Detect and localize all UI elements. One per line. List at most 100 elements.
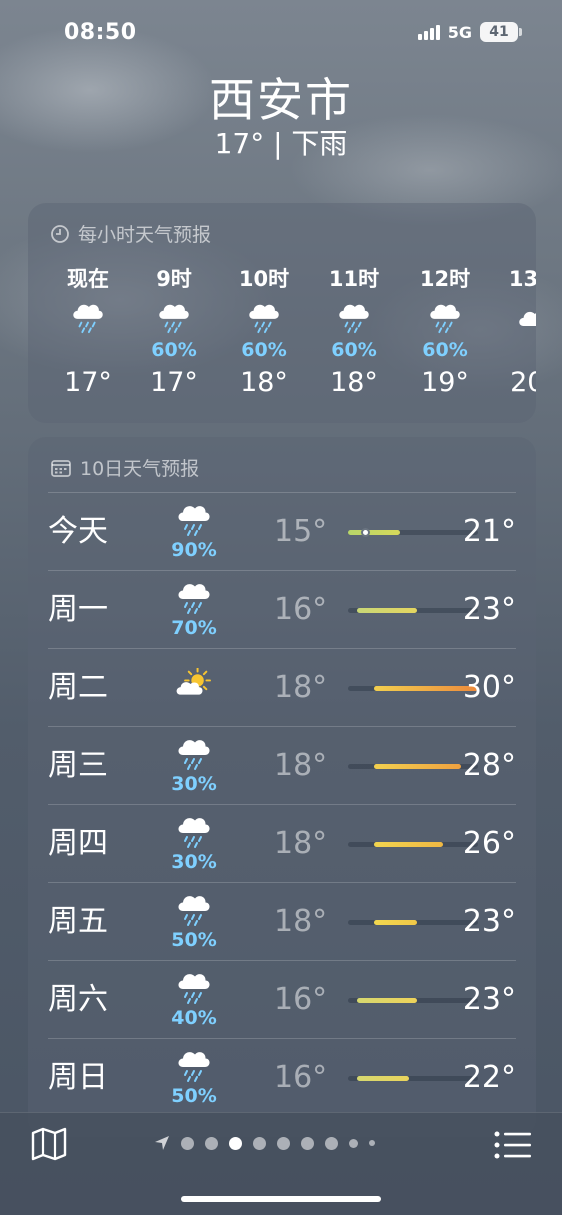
hour-temp: 17°	[64, 367, 112, 398]
precip-chance: 90%	[171, 539, 217, 561]
day-row[interactable]: 周二 18° 30°	[48, 648, 516, 726]
cloud-icon	[494, 293, 536, 339]
precip-chance	[48, 339, 128, 363]
day-name: 周二	[48, 670, 108, 705]
network-label: 5G	[447, 22, 472, 42]
day-name: 周一	[48, 592, 108, 627]
daily-forecast-card[interactable]: 10日天气预报 今天 90% 15° 21° 周一 70% 16° 23° 周二 18° 30° 周三…	[28, 437, 536, 1137]
temp-range-fill	[374, 842, 444, 847]
current-temp-dot	[360, 528, 370, 537]
hourly-header: 每小时天气预报	[28, 203, 536, 249]
high-temp: 26°	[462, 826, 516, 861]
day-name: 周五	[48, 904, 108, 939]
home-indicator[interactable]	[181, 1196, 381, 1202]
day-row[interactable]: 周五 50% 18° 23°	[48, 882, 516, 960]
temp-range-fill	[374, 920, 418, 925]
hour-item: 13时 20°	[494, 263, 536, 403]
hourly-header-label: 每小时天气预报	[78, 224, 212, 246]
location-arrow-icon[interactable]	[154, 1135, 170, 1151]
day-name: 周四	[48, 826, 108, 861]
page-dot[interactable]	[369, 1140, 375, 1146]
rain-cloud-icon	[164, 889, 224, 929]
hourly-forecast-card[interactable]: 每小时天气预报 现在 17° 9时 60% 17° 10时 60% 18° 11时 60% 18° 1…	[28, 203, 536, 423]
status-bar: 08:50 5G 41	[0, 18, 562, 50]
partly-sunny-icon	[164, 668, 224, 708]
hour-temp: 20°	[510, 367, 536, 398]
low-temp: 18°	[274, 748, 328, 783]
hour-temp: 19°	[421, 367, 469, 398]
rain-cloud-icon	[164, 811, 224, 851]
day-name: 今天	[48, 514, 108, 549]
day-name: 周六	[48, 982, 108, 1017]
hour-item: 9时 60% 17°	[134, 263, 214, 403]
page-indicator[interactable]	[154, 1135, 375, 1151]
day-name: 周三	[48, 748, 108, 783]
status-indicators: 5G 41	[417, 22, 522, 42]
precip-chance: 60%	[331, 339, 377, 361]
day-row[interactable]: 周六 40% 16° 23°	[48, 960, 516, 1038]
hour-label: 现在	[67, 267, 109, 291]
hour-temp: 17°	[150, 367, 198, 398]
temp-range-fill	[348, 530, 400, 535]
daily-header: 10日天气预报	[28, 437, 536, 483]
current-summary: 17° | 下雨	[214, 127, 348, 160]
page-dot[interactable]	[181, 1136, 194, 1150]
high-temp: 30°	[462, 670, 516, 705]
hour-label: 11时	[328, 267, 380, 291]
high-temp: 28°	[462, 748, 516, 783]
precip-chance: 30%	[171, 773, 217, 795]
day-row[interactable]: 周日 50% 16° 22°	[48, 1038, 516, 1116]
map-icon[interactable]	[30, 1127, 68, 1161]
precip-chance: 60%	[241, 339, 287, 361]
hour-item: 现在 17°	[48, 263, 128, 403]
calendar-icon	[51, 459, 71, 477]
temp-range-fill	[356, 1076, 409, 1081]
page-dot[interactable]	[253, 1136, 266, 1150]
page-dot[interactable]	[205, 1136, 218, 1150]
low-temp: 16°	[274, 592, 328, 627]
rain-cloud-icon	[164, 967, 224, 1007]
hour-label: 12时	[419, 267, 471, 291]
day-row[interactable]: 周四 30% 18° 26°	[48, 804, 516, 882]
low-temp: 16°	[274, 1060, 328, 1095]
day-row[interactable]: 今天 90% 15° 21°	[48, 492, 516, 570]
rain-cloud-icon	[164, 499, 224, 539]
rain-cloud-icon	[164, 733, 224, 773]
temp-range-fill	[356, 998, 418, 1003]
day-row[interactable]: 周三 30% 18° 28°	[48, 726, 516, 804]
rain-cloud-icon	[134, 293, 214, 339]
high-temp: 21°	[462, 514, 516, 549]
page-dot[interactable]	[301, 1136, 314, 1150]
precip-chance: 70%	[171, 617, 217, 639]
status-time: 08:50	[64, 20, 137, 45]
page-dot-active[interactable]	[229, 1136, 242, 1150]
hourly-list[interactable]: 现在 17° 9时 60% 17° 10时 60% 18° 11时 60% 18° 12时 60% 19°…	[28, 263, 536, 413]
low-temp: 16°	[274, 982, 328, 1017]
precip-chance: 50%	[171, 929, 217, 951]
low-temp: 18°	[274, 826, 328, 861]
battery-level: 41	[489, 24, 509, 40]
day-row[interactable]: 周一 70% 16° 23°	[48, 570, 516, 648]
low-temp: 18°	[274, 670, 328, 705]
battery-icon: 41	[480, 22, 522, 42]
high-temp: 23°	[462, 592, 516, 627]
precip-chance: 60%	[151, 339, 197, 361]
high-temp: 23°	[462, 904, 516, 939]
page-dot[interactable]	[325, 1136, 338, 1150]
page-dot[interactable]	[349, 1138, 358, 1148]
hour-label: 13时	[508, 267, 536, 291]
temp-range-fill	[356, 608, 418, 613]
day-name: 周日	[48, 1060, 108, 1095]
rain-cloud-icon	[405, 293, 485, 339]
precip-chance: 40%	[171, 1007, 217, 1029]
list-icon[interactable]	[494, 1131, 532, 1159]
low-temp: 15°	[274, 514, 328, 549]
rain-cloud-icon	[164, 577, 224, 617]
rain-cloud-icon	[48, 293, 128, 339]
daily-header-label: 10日天气预报	[80, 458, 200, 480]
page-dot[interactable]	[277, 1136, 290, 1150]
daily-list[interactable]: 今天 90% 15° 21° 周一 70% 16° 23° 周二 18° 30° 周三 30% 18° 28…	[48, 492, 516, 1116]
hour-label: 9时	[156, 267, 192, 291]
hour-label: 10时	[238, 267, 290, 291]
rain-cloud-icon	[164, 1045, 224, 1085]
